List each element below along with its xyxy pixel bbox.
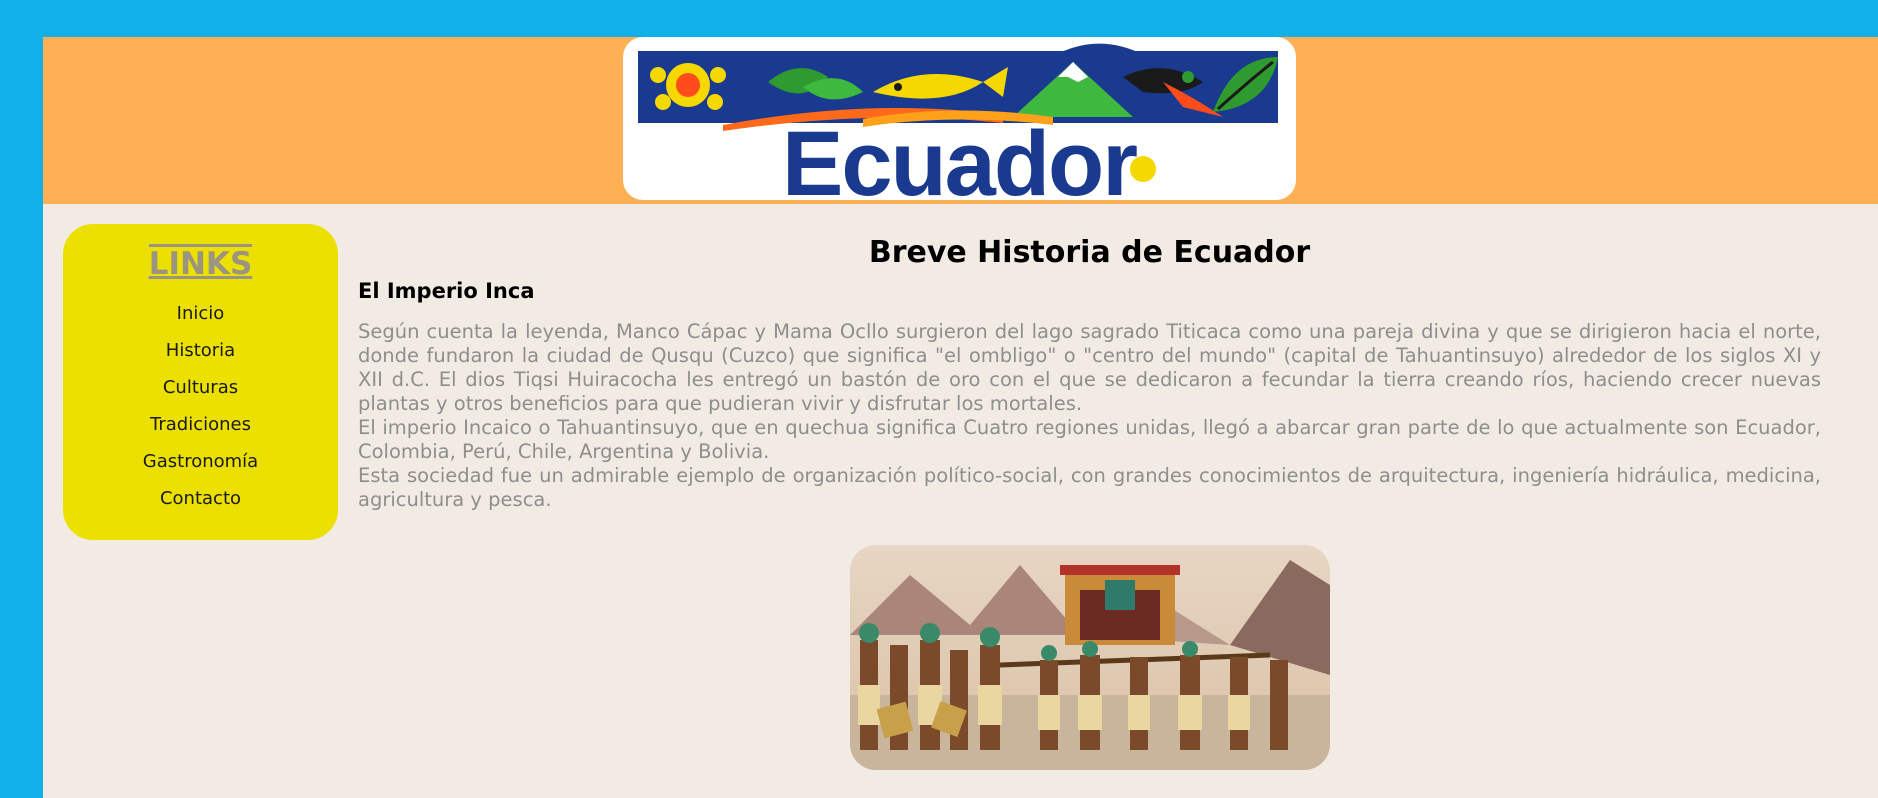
paragraph: El imperio Incaico o Tahuantinsuyo, que …	[358, 416, 1821, 463]
logo-text: Ecuador	[782, 113, 1137, 200]
article-body: Según cuenta la leyenda, Manco Cápac y M…	[358, 320, 1821, 512]
sidebar-nav: Inicio Historia Culturas Tradiciones Gas…	[63, 295, 338, 517]
section-heading: El Imperio Inca	[358, 279, 535, 303]
sidebar: LINKS Inicio Historia Culturas Tradicion…	[63, 224, 338, 540]
inca-procession-image	[850, 545, 1330, 770]
nav-item-gastronomia[interactable]: Gastronomía	[63, 443, 338, 480]
nav-item-historia[interactable]: Historia	[63, 332, 338, 369]
nav-item-contacto[interactable]: Contacto	[63, 480, 338, 517]
nav-item-culturas[interactable]: Culturas	[63, 369, 338, 406]
site-header: Ecuador	[43, 37, 1878, 204]
paragraph: Esta sociedad fue un admirable ejemplo d…	[358, 464, 1821, 511]
ecuador-logo[interactable]: Ecuador	[623, 37, 1296, 200]
nav-item-tradiciones[interactable]: Tradiciones	[63, 406, 338, 443]
page-title: Breve Historia de Ecuador	[868, 235, 1311, 270]
nav-item-inicio[interactable]: Inicio	[63, 295, 338, 332]
page: Ecuador LINKS Inicio Historia Culturas T…	[43, 37, 1878, 798]
paragraph: Según cuenta la leyenda, Manco Cápac y M…	[358, 320, 1821, 415]
sidebar-title[interactable]: LINKS	[148, 244, 253, 281]
